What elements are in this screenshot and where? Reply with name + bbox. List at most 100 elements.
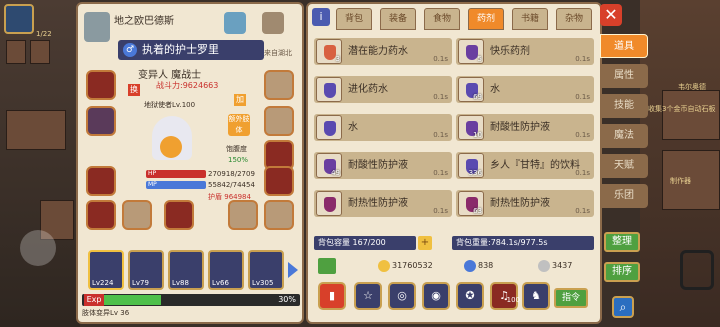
sort-organize-button[interactable]: 整理 — [604, 232, 640, 252]
inventory-item[interactable]: 10 耐酸性防护液 0.1s — [456, 114, 594, 141]
silver-amount: 3437 — [538, 258, 572, 274]
gem-icon — [464, 259, 476, 272]
gem-amount: 838 — [464, 258, 493, 274]
exp-label: Exp — [84, 294, 104, 306]
exp-percent: 30% — [278, 295, 296, 304]
equip-slot-shield[interactable] — [264, 70, 294, 100]
item-count: 69 — [473, 93, 482, 101]
equip-slot-boots[interactable] — [86, 200, 116, 230]
equip-slot-offhand[interactable] — [164, 200, 194, 230]
shop-tile — [6, 110, 66, 150]
violin-icon[interactable]: ♫ 100 — [490, 282, 520, 310]
potion-icon — [316, 191, 342, 216]
party-member[interactable]: Lv305 — [248, 250, 284, 290]
inventory-item[interactable]: 69 水 0.1s — [456, 76, 594, 103]
character-panel: 地之欧巴德斯 ♂ 执着的护士罗里 来自湖北 变异人 魔战士 战斗力:962466… — [76, 2, 304, 324]
equip-slot-head[interactable] — [86, 70, 116, 100]
expand-bag-button[interactable]: + — [418, 236, 432, 250]
close-icon[interactable]: ✕ — [600, 4, 622, 26]
command-button[interactable]: 指令 — [554, 288, 588, 308]
party-member[interactable]: Lv79 — [128, 250, 164, 290]
right-hud-caption: 制作器 — [670, 177, 691, 185]
star-icon[interactable]: ☆ — [354, 282, 382, 310]
flask-shape — [324, 121, 336, 136]
item-weight: 0.1s — [433, 207, 448, 215]
item-name: 进化药水 — [348, 84, 388, 95]
equip-slot-armor[interactable] — [86, 166, 116, 196]
equip-slot-weapon[interactable] — [122, 200, 152, 230]
equip-slot-ring[interactable] — [264, 106, 294, 136]
equip-slot-neck[interactable] — [86, 106, 116, 136]
tab-0[interactable]: 背包 — [336, 8, 372, 30]
add-tag[interactable]: 加 — [234, 94, 246, 106]
character-title: 执着的护士罗里 — [142, 43, 219, 56]
tab-2[interactable]: 食物 — [424, 8, 460, 30]
category-tab-1[interactable]: 属性 — [600, 64, 648, 88]
item-weight: 0.1s — [575, 169, 590, 177]
sort-order-button[interactable]: 排序 — [604, 262, 640, 282]
tab-1[interactable]: 装备 — [380, 8, 416, 30]
potion-icon — [316, 77, 342, 102]
potion-icon: 10 — [458, 115, 484, 140]
potion-icon: 3 — [316, 39, 342, 64]
inventory-item[interactable]: 63 耐热性防护液 0.1s — [456, 190, 594, 217]
item-name: 耐酸性防护液 — [348, 160, 408, 171]
category-tab-0[interactable]: 道具 — [600, 34, 648, 58]
equip-slot-amulet[interactable] — [264, 200, 294, 230]
party-member[interactable]: Lv224 — [88, 250, 124, 290]
extra-body-button[interactable]: 额外肢体 — [228, 114, 250, 136]
exp-fill — [104, 295, 161, 305]
category-tab-2[interactable]: 技能 — [600, 94, 648, 118]
hanger-icon[interactable] — [262, 12, 284, 34]
player-avatar[interactable] — [4, 4, 34, 34]
skill-icon[interactable]: ◉ — [422, 282, 450, 310]
trophy-icon[interactable] — [224, 12, 246, 34]
hp-value: 270918/2709 — [208, 170, 255, 178]
inventory-item[interactable]: 进化药水 0.1s — [314, 76, 452, 103]
item-count: 3 — [335, 55, 340, 63]
dpad-left-icon[interactable] — [20, 230, 56, 266]
party-member[interactable]: Lv88 — [168, 250, 204, 290]
item-count: 63 — [473, 207, 482, 215]
inventory-item[interactable]: 49 耐酸性防护液 0.1s — [314, 152, 452, 179]
item-name: 乡人『甘特』的饮料 — [490, 160, 580, 171]
category-tab-3[interactable]: 魔法 — [600, 124, 648, 148]
category-tab-5[interactable]: 乐团 — [600, 184, 648, 208]
left-hud-level: 1/22 — [36, 30, 52, 38]
shop-tile — [6, 40, 26, 64]
flask-shape — [324, 45, 336, 60]
party-member[interactable]: Lv66 — [208, 250, 244, 290]
equip-slot-trinket[interactable] — [228, 200, 258, 230]
staff-orb-icon — [160, 136, 182, 158]
inventory-item[interactable]: 3 潜在能力药水 0.1s — [314, 38, 452, 65]
character-title-bar[interactable]: ♂ 执着的护士罗里 — [118, 40, 264, 60]
search-icon[interactable]: ⌕ — [612, 296, 634, 318]
item-count: 49 — [331, 169, 340, 177]
swap-tag[interactable]: 换 — [128, 84, 140, 96]
tab-3[interactable]: 药剂 — [468, 8, 504, 30]
mp-value: 55842/74454 — [208, 181, 255, 189]
knight-icon[interactable]: ♞ — [522, 282, 550, 310]
item-name: 耐酸性防护液 — [490, 122, 550, 133]
item-count: 336 — [468, 169, 482, 177]
ring-icon[interactable]: ◎ — [388, 282, 416, 310]
inventory-item[interactable]: 水 0.1s — [314, 114, 452, 141]
equip-slot-belt[interactable] — [264, 166, 294, 196]
inventory-tabs: 背包 装备 食物 药剂 书籍 杂物 — [312, 8, 598, 30]
download-icon[interactable] — [318, 258, 336, 274]
inventory-item[interactable]: 336 乡人『甘特』的饮料 0.1s — [456, 152, 594, 179]
stat-bars: HP 270918/2709 MP 55842/74454 护盾 964984 — [146, 170, 266, 204]
potion-icon: 49 — [316, 153, 342, 178]
right-hud-caption: 收集3个金币自动石板 — [648, 105, 716, 113]
category-tab-4[interactable]: 天赋 — [600, 154, 648, 178]
dpad-right-icon[interactable] — [680, 250, 714, 290]
badge-icon[interactable]: ✪ — [456, 282, 484, 310]
emblem-icon — [84, 12, 110, 42]
tab-5[interactable]: 杂物 — [556, 8, 592, 30]
party-next-arrow-icon[interactable] — [288, 262, 298, 278]
inventory-item[interactable]: 耐热性防护液 0.1s — [314, 190, 452, 217]
tab-4[interactable]: 书籍 — [512, 8, 548, 30]
book-icon[interactable]: ▮ — [318, 282, 346, 310]
inventory-item[interactable]: 5 快乐药剂 0.1s — [456, 38, 594, 65]
satiety-label: 饱腹度 — [226, 145, 247, 153]
